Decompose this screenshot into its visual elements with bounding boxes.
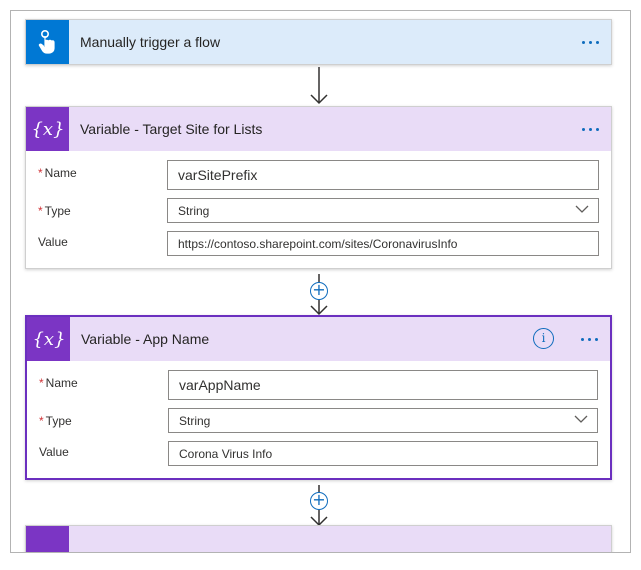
- variable-icon: [26, 526, 69, 552]
- chevron-down-icon: [574, 415, 588, 423]
- add-step-button[interactable]: +: [310, 282, 328, 300]
- more-options-icon[interactable]: [582, 119, 599, 139]
- value-input[interactable]: https://contoso.sharepoint.com/sites/Cor…: [167, 231, 599, 256]
- name-input[interactable]: varAppName: [168, 370, 598, 400]
- variable-icon: {x}: [27, 317, 70, 361]
- svg-text:{x}: {x}: [31, 119, 64, 140]
- trigger-title: Manually trigger a flow: [80, 34, 221, 50]
- trigger-card-header[interactable]: Manually trigger a flow: [26, 20, 611, 64]
- flow-designer-canvas: Manually trigger a flow {x} Variable - T…: [10, 10, 631, 553]
- type-select[interactable]: String: [167, 198, 599, 223]
- value-label: Value: [38, 235, 68, 249]
- variable-card-body: * Name varAppName * Type String Value Coro…: [27, 361, 610, 478]
- value-row: Value https://contoso.sharepoint.com/sit…: [38, 231, 599, 258]
- add-step-button[interactable]: +: [310, 492, 328, 510]
- next-step-card[interactable]: [25, 525, 612, 552]
- trigger-card[interactable]: Manually trigger a flow: [25, 19, 612, 65]
- info-icon[interactable]: i: [533, 328, 554, 349]
- variable-card-app-name[interactable]: {x} Variable - App Name i * Name varAppNa…: [25, 315, 612, 480]
- type-label: * Type: [39, 414, 72, 428]
- step-title: Variable - App Name: [81, 331, 210, 347]
- variable-icon: {x}: [26, 107, 69, 151]
- touch-hand-icon: [26, 20, 69, 64]
- svg-text:{x}: {x}: [32, 329, 65, 350]
- value-row: Value Corona Virus Info: [39, 441, 598, 468]
- chevron-down-icon: [575, 205, 589, 213]
- name-label: * Name: [38, 166, 77, 180]
- variable-card-body: * Name varSitePrefix * Type String Value h…: [26, 151, 611, 268]
- more-options-icon[interactable]: [581, 329, 598, 349]
- variable-card-header[interactable]: [26, 526, 611, 552]
- value-input[interactable]: Corona Virus Info: [168, 441, 598, 466]
- name-row: * Name varSitePrefix: [38, 160, 599, 198]
- variable-card-header[interactable]: {x} Variable - App Name i: [27, 317, 610, 361]
- variable-card-header[interactable]: {x} Variable - Target Site for Lists: [26, 107, 611, 151]
- type-row: * Type String: [38, 198, 599, 231]
- type-label: * Type: [38, 204, 71, 218]
- value-label: Value: [39, 445, 69, 459]
- name-input[interactable]: varSitePrefix: [167, 160, 599, 190]
- step-title: Variable - Target Site for Lists: [80, 121, 263, 137]
- name-row: * Name varAppName: [39, 370, 598, 408]
- type-select[interactable]: String: [168, 408, 598, 433]
- more-options-icon[interactable]: [582, 32, 599, 52]
- type-row: * Type String: [39, 408, 598, 441]
- name-label: * Name: [39, 376, 78, 390]
- variable-card-site[interactable]: {x} Variable - Target Site for Lists * Na…: [25, 106, 612, 269]
- connector-arrow: [310, 67, 328, 105]
